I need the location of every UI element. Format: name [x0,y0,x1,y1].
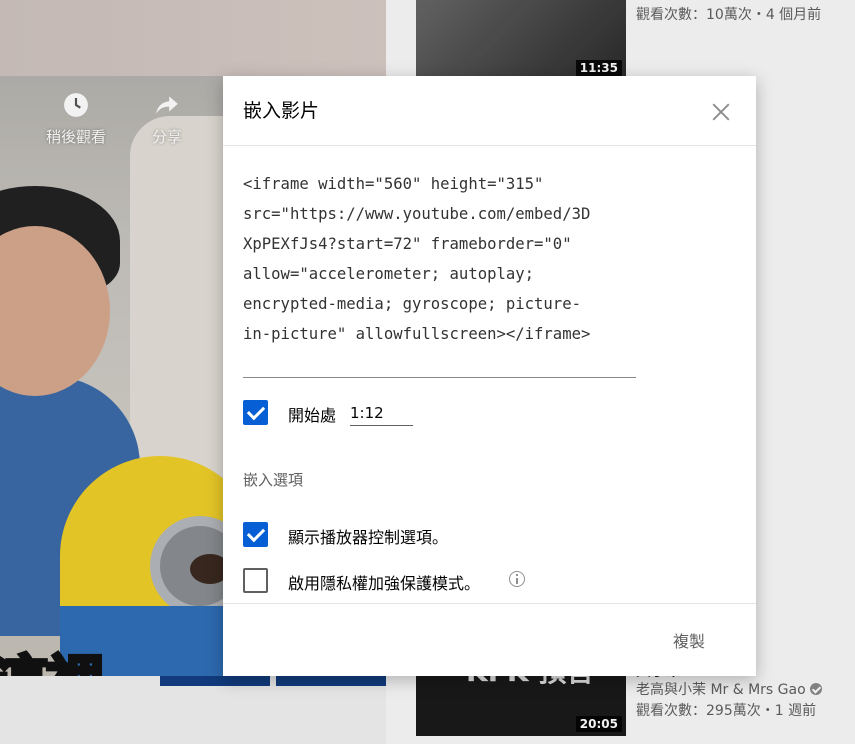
copy-button[interactable]: 複製 [673,628,705,652]
start-at-checkbox[interactable] [243,400,268,425]
dialog-title: 嵌入影片 [243,100,320,122]
player-controls-option: 顯示播放器控制選項。 [243,522,723,548]
dialog-header: 嵌入影片 [223,76,756,146]
embed-video-dialog: 嵌入影片 <iframe width="560" height="315" sr… [223,76,756,676]
player-controls-label: 顯示播放器控制選項。 [288,528,449,547]
player-controls-checkbox[interactable] [243,522,268,547]
dialog-footer: 複製 [223,603,756,676]
dialog-body: <iframe width="560" height="315" src="ht… [223,147,756,603]
start-at-label: 開始處 [288,406,337,425]
privacy-mode-checkbox[interactable] [243,568,268,593]
embed-code-underline [243,377,636,378]
privacy-mode-option: 啟用隱私權加強保護模式。 [243,568,723,594]
start-time-input[interactable] [350,400,413,426]
close-icon[interactable] [707,98,735,126]
start-at-row: 開始處 [243,400,643,426]
privacy-mode-label: 啟用隱私權加強保護模式。 [288,574,481,593]
info-icon[interactable] [509,571,525,587]
embed-code-textarea[interactable]: <iframe width="560" height="315" src="ht… [243,169,643,349]
embed-options-heading: 嵌入選項 [243,471,304,489]
